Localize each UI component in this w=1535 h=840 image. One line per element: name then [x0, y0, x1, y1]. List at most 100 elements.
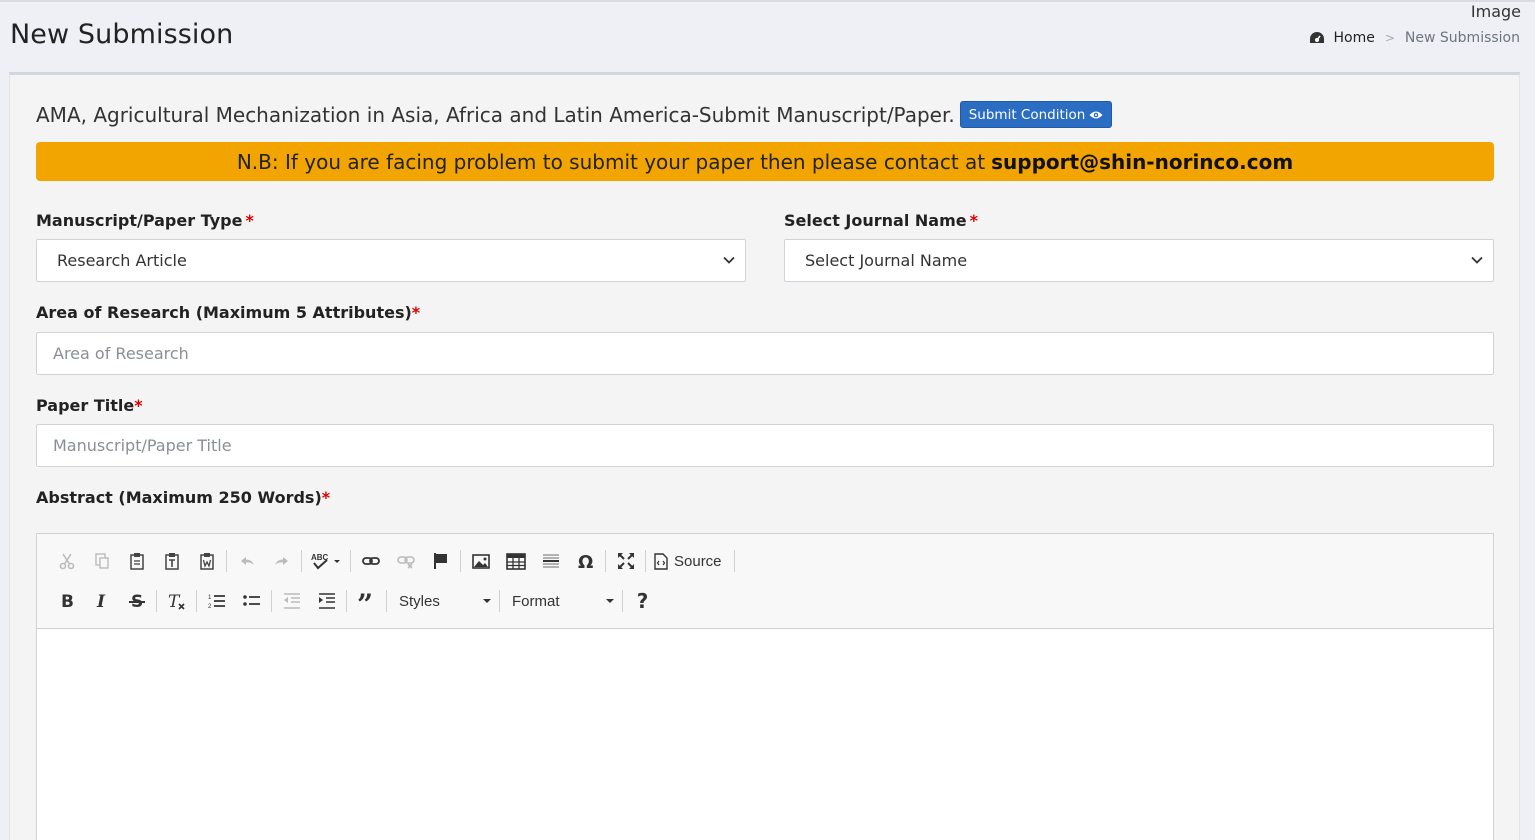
journal-heading-row: AMA, Agricultural Mechanization in Asia,…	[36, 101, 1113, 128]
bold-icon: B	[61, 592, 74, 610]
paste-text-icon	[164, 553, 179, 570]
clear-format-icon: T	[168, 592, 185, 611]
paper-type-label-text: Manuscript/Paper Type	[36, 211, 243, 230]
cut-button[interactable]	[49, 546, 84, 576]
numbered-list-icon: 12	[208, 595, 225, 610]
svg-text:I: I	[96, 592, 106, 610]
outdent-button[interactable]	[274, 586, 309, 616]
required-asterisk: *	[245, 211, 254, 230]
toolbar-row-1: ABC Ω Source	[49, 546, 737, 576]
toolbar-row-2: B I S T 12	[49, 586, 660, 616]
anchor-button[interactable]	[423, 546, 458, 576]
paper-title-input[interactable]: Manuscript/Paper Title	[36, 424, 1494, 467]
svg-text:2: 2	[208, 604, 212, 610]
scissors-icon	[59, 553, 74, 570]
numbered-list-button[interactable]: 12	[199, 586, 234, 616]
breadcrumb: Home > New Submission	[1309, 30, 1520, 46]
horizontal-line-button[interactable]	[533, 546, 568, 576]
abstract-label: Abstract (Maximum 250 Words)*	[36, 488, 330, 507]
abstract-label-text: Abstract (Maximum 250 Words)	[36, 488, 322, 507]
paper-type-value: Research Article	[57, 251, 187, 270]
editor-content-area[interactable]	[37, 629, 1493, 840]
table-button[interactable]	[498, 546, 533, 576]
caret-down-icon	[483, 599, 491, 603]
required-asterisk: *	[321, 488, 331, 507]
styles-dropdown[interactable]: Styles	[389, 586, 497, 616]
svg-text:Ω: Ω	[578, 552, 593, 571]
paper-type-select[interactable]: Research Article	[36, 239, 746, 282]
strike-button[interactable]: S	[119, 586, 154, 616]
paste-word-icon	[199, 553, 214, 570]
toolbar-separator	[196, 590, 197, 612]
svg-text:1: 1	[208, 595, 212, 601]
journal-select[interactable]: Select Journal Name	[784, 239, 1494, 282]
blockquote-button[interactable]: ”	[349, 586, 384, 616]
copy-icon	[94, 553, 109, 569]
paper-title-label-text: Paper Title	[36, 396, 135, 415]
support-notice: N.B: If you are facing problem to submit…	[36, 142, 1494, 181]
maximize-icon	[617, 553, 634, 569]
paste-button[interactable]	[119, 546, 154, 576]
toolbar-separator	[226, 550, 227, 572]
journal-label-text: Select Journal Name	[784, 211, 967, 230]
image-button[interactable]	[463, 546, 498, 576]
toolbar-separator	[645, 550, 646, 572]
strikethrough-icon: S	[128, 592, 145, 610]
spellcheck-icon: ABC	[311, 553, 340, 570]
area-of-research-input[interactable]: Area of Research	[36, 332, 1494, 375]
editor-toolbar: ABC Ω Source B I T 1 2 ” Styles Format ?	[37, 534, 1493, 629]
horizontal-line-icon	[542, 554, 559, 568]
remove-format-button[interactable]: T	[159, 586, 194, 616]
toolbar-separator	[386, 590, 387, 612]
submit-condition-label: Submit Condition	[968, 106, 1086, 123]
link-icon	[361, 557, 380, 565]
bulleted-list-button[interactable]	[234, 586, 269, 616]
toolbar-separator	[460, 550, 461, 572]
copy-button[interactable]	[84, 546, 119, 576]
paste-word-button[interactable]	[189, 546, 224, 576]
required-asterisk: *	[411, 303, 421, 322]
journal-label: Select Journal Name *	[784, 211, 978, 230]
unlink-button[interactable]	[388, 546, 423, 576]
paper-title-placeholder: Manuscript/Paper Title	[53, 436, 232, 455]
toolbar-separator	[156, 590, 157, 612]
caret-down-icon	[606, 599, 614, 603]
paper-type-label: Manuscript/Paper Type *	[36, 211, 254, 230]
breadcrumb-home-link[interactable]: Home	[1334, 30, 1375, 46]
eye-icon	[1089, 111, 1103, 118]
area-label: Area of Research (Maximum 5 Attributes)*	[36, 303, 420, 322]
notice-text: N.B: If you are facing problem to submit…	[236, 149, 986, 174]
clipboard-icon	[129, 553, 144, 570]
spellcheck-button[interactable]: ABC	[304, 546, 348, 576]
support-email-link[interactable]: support@shin-norinco.com	[991, 150, 1293, 174]
toolbar-separator	[605, 550, 606, 572]
source-icon	[654, 552, 668, 570]
submit-condition-button[interactable]: Submit Condition	[959, 101, 1113, 128]
toolbar-separator	[271, 590, 272, 612]
toolbar-separator	[301, 550, 302, 572]
undo-button[interactable]	[229, 546, 264, 576]
outdent-icon	[283, 593, 300, 609]
chevron-down-icon	[723, 256, 735, 264]
chevron-down-icon	[1471, 256, 1483, 264]
required-asterisk: *	[134, 396, 143, 415]
help-button[interactable]: ?	[625, 586, 660, 616]
italic-icon: I	[96, 592, 106, 610]
abstract-editor: ABC Ω Source B I T 1 2 ” Styles Format ?	[36, 533, 1494, 840]
area-placeholder: Area of Research	[53, 344, 189, 363]
maximize-button[interactable]	[608, 546, 643, 576]
paste-text-button[interactable]	[154, 546, 189, 576]
bold-button[interactable]: B	[49, 586, 84, 616]
special-char-button[interactable]: Ω	[568, 546, 603, 576]
help-icon: ?	[636, 589, 649, 613]
redo-button[interactable]	[264, 546, 299, 576]
italic-button[interactable]: I	[84, 586, 119, 616]
format-label: Format	[512, 592, 560, 610]
source-button[interactable]: Source	[648, 546, 732, 576]
indent-button[interactable]	[309, 586, 344, 616]
source-label: Source	[674, 552, 722, 570]
link-button[interactable]	[353, 546, 388, 576]
omega-icon: Ω	[578, 552, 593, 571]
format-dropdown[interactable]: Format	[502, 586, 620, 616]
submission-card: AMA, Agricultural Mechanization in Asia,…	[9, 72, 1520, 840]
